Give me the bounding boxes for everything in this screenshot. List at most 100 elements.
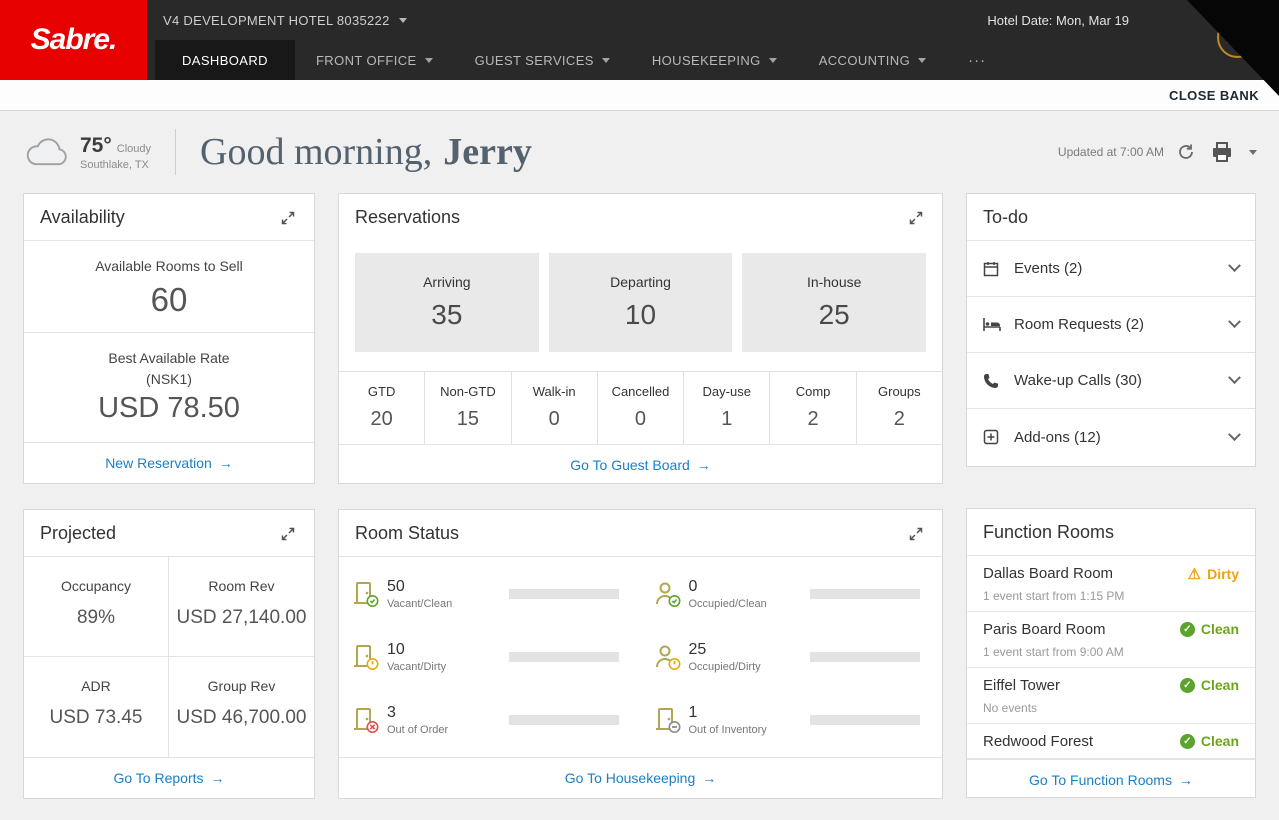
- availability-title: Availability: [40, 207, 125, 228]
- room-status-expand-button[interactable]: [906, 524, 926, 544]
- function-room-row-eiffel: Eiffel Tower No events ✓ Clean: [967, 668, 1255, 724]
- nav-more-button[interactable]: ···: [947, 40, 1007, 80]
- out-of-order-label: Out of Order: [387, 724, 475, 736]
- chevron-down-icon[interactable]: [1228, 315, 1241, 328]
- occupied-clean-label: Occupied/Clean: [689, 598, 777, 610]
- room-status-left-column: 50 Vacant/Clean 10 Vacant/Dirty: [339, 563, 641, 751]
- todo-item-events[interactable]: Events (2): [967, 241, 1255, 297]
- todo-item-wakeup-calls[interactable]: Wake-up Calls (30): [967, 353, 1255, 409]
- todo-item-wakeup-calls-label: Wake-up Calls (30): [1014, 372, 1142, 389]
- print-button[interactable]: [1208, 139, 1236, 165]
- adr-label: ADR: [24, 678, 168, 694]
- stat-cancelled: Cancelled 0: [598, 372, 684, 444]
- departing-tile[interactable]: Departing 10: [549, 253, 733, 352]
- chevron-down-icon[interactable]: [1228, 371, 1241, 384]
- available-rooms-label: Available Rooms to Sell: [24, 256, 314, 276]
- top-bar: Sabre. V4 DEVELOPMENT HOTEL 8035222 Hote…: [0, 0, 1279, 80]
- warning-icon: ⚠: [1188, 565, 1201, 583]
- function-room-name: Dallas Board Room: [983, 565, 1124, 582]
- out-of-inventory-icon: [653, 706, 683, 734]
- nav-tab-dashboard-label: DASHBOARD: [182, 53, 268, 68]
- calendar-icon: [983, 261, 1002, 277]
- go-to-function-rooms-label: Go To Function Rooms: [1029, 772, 1172, 788]
- occupied-dirty-label: Occupied/Dirty: [689, 661, 777, 673]
- nav-tab-guest-services[interactable]: GUEST SERVICES: [454, 40, 631, 80]
- close-bank-button[interactable]: CLOSE BANK: [1163, 87, 1265, 104]
- occupancy-label: Occupancy: [24, 578, 168, 594]
- reservations-expand-button[interactable]: [906, 208, 926, 228]
- stat-day-use: Day-use 1: [684, 372, 770, 444]
- go-to-function-rooms-link[interactable]: Go To Function Rooms →: [1023, 771, 1199, 789]
- refresh-icon: [1177, 143, 1195, 161]
- sabre-logo[interactable]: Sabre.: [0, 0, 147, 80]
- new-reservation-label: New Reservation: [105, 455, 212, 471]
- function-room-name: Paris Board Room: [983, 621, 1124, 638]
- add-on-icon: [983, 429, 1002, 445]
- status-text: Clean: [1201, 621, 1239, 637]
- todo-item-room-requests[interactable]: Room Requests (2): [967, 297, 1255, 353]
- nav-tab-guest-services-label: GUEST SERVICES: [475, 53, 594, 68]
- todo-item-events-label: Events (2): [1014, 260, 1082, 277]
- vacant-clean-row: 50 Vacant/Clean: [339, 578, 641, 610]
- check-circle-icon: ✓: [1180, 678, 1195, 693]
- stat-non-gtd: Non-GTD 15: [425, 372, 511, 444]
- go-to-guest-board-link[interactable]: Go To Guest Board →: [564, 456, 717, 474]
- print-options-button[interactable]: [1247, 148, 1259, 157]
- updated-timestamp: Updated at 7:00 AM: [1058, 145, 1164, 159]
- function-room-row-paris: Paris Board Room 1 event start from 9:00…: [967, 612, 1255, 668]
- out-of-inventory-label: Out of Inventory: [689, 724, 777, 736]
- function-rooms-title: Function Rooms: [983, 522, 1114, 543]
- best-rate-plan-code: (NSK1): [24, 369, 314, 389]
- vacant-dirty-row: 10 Vacant/Dirty: [339, 641, 641, 673]
- nav-tab-accounting[interactable]: ACCOUNTING: [798, 40, 947, 80]
- chevron-down-icon: [769, 58, 777, 63]
- out-of-order-count: 3: [387, 704, 475, 722]
- property-selector[interactable]: V4 DEVELOPMENT HOTEL 8035222: [157, 12, 413, 29]
- available-rooms-value: 60: [24, 281, 314, 319]
- occupied-clean-icon: [653, 580, 683, 608]
- go-to-reports-link[interactable]: Go To Reports →: [107, 769, 230, 787]
- arriving-tile[interactable]: Arriving 35: [355, 253, 539, 352]
- occupancy-cell: Occupancy 89%: [24, 557, 169, 657]
- available-rooms-block: Available Rooms to Sell 60: [24, 241, 314, 332]
- greeting-section: 75° Cloudy Southlake, TX Good morning, J…: [0, 111, 1279, 193]
- reservations-stats-row: GTD 20 Non-GTD 15 Walk-in 0 Cancelled 0 …: [339, 371, 942, 444]
- status-text: Dirty: [1207, 566, 1239, 582]
- group-rev-label: Group Rev: [169, 678, 314, 694]
- salutation-text: Good morning,: [200, 130, 432, 174]
- room-status-right-column: 0 Occupied/Clean 25 Occupied/Dirty: [641, 563, 943, 751]
- page-greeting: Good morning, Jerry: [200, 130, 532, 174]
- go-to-housekeeping-link[interactable]: Go To Housekeeping →: [559, 769, 723, 787]
- occupied-dirty-bar: [810, 652, 920, 662]
- chevron-down-icon[interactable]: [1228, 428, 1241, 441]
- in-house-tile[interactable]: In-house 25: [742, 253, 926, 352]
- nav-tab-dashboard[interactable]: DASHBOARD: [155, 40, 295, 80]
- availability-expand-button[interactable]: [278, 208, 298, 228]
- ellipsis-icon: ···: [968, 52, 986, 69]
- weather-location: Southlake, TX: [80, 159, 151, 171]
- action-bar: CLOSE BANK: [0, 80, 1279, 111]
- out-of-inventory-count: 1: [689, 704, 777, 722]
- dashboard-grid: Availability Available Rooms to Sell 60 …: [0, 193, 1279, 799]
- departing-label: Departing: [610, 274, 671, 290]
- vacant-dirty-label: Vacant/Dirty: [387, 661, 475, 673]
- arrow-right-icon: →: [702, 770, 716, 786]
- nav-tab-front-office[interactable]: FRONT OFFICE: [295, 40, 454, 80]
- room-status-body: 50 Vacant/Clean 10 Vacant/Dirty: [339, 557, 942, 757]
- user-name: Jerry: [443, 130, 532, 174]
- departing-value: 10: [625, 299, 656, 331]
- chevron-down-icon[interactable]: [1228, 259, 1241, 272]
- stat-comp: Comp 2: [770, 372, 856, 444]
- refresh-button[interactable]: [1175, 141, 1197, 163]
- new-reservation-link[interactable]: New Reservation →: [99, 454, 239, 472]
- todo-item-add-ons[interactable]: Add-ons (12): [967, 409, 1255, 465]
- projected-grid: Occupancy 89% Room Rev USD 27,140.00 ADR…: [24, 556, 314, 757]
- weather-condition: Cloudy: [117, 143, 151, 155]
- vacant-clean-count: 50: [387, 578, 475, 596]
- arriving-value: 35: [431, 299, 462, 331]
- arriving-label: Arriving: [423, 274, 470, 290]
- todo-item-room-requests-label: Room Requests (2): [1014, 316, 1144, 333]
- projected-expand-button[interactable]: [278, 524, 298, 544]
- reservations-card: Reservations Arriving 35 Departing 10: [338, 193, 943, 484]
- nav-tab-housekeeping[interactable]: HOUSEKEEPING: [631, 40, 798, 80]
